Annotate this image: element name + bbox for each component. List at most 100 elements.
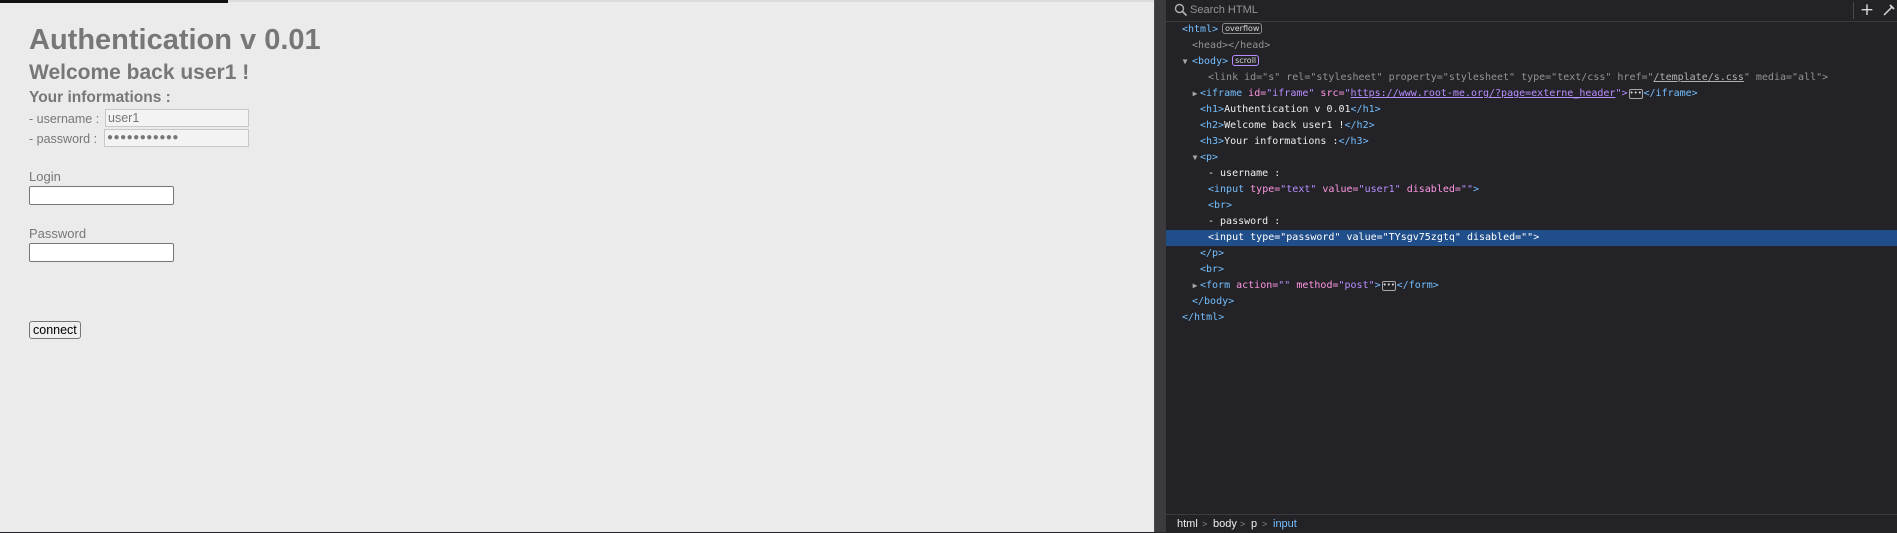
chevron-right-icon: >	[1202, 519, 1208, 529]
chevron-right-icon: >	[1262, 519, 1268, 529]
pane-splitter[interactable]	[1154, 0, 1166, 532]
tag-text: </html>	[1182, 312, 1225, 323]
node-text: - username :	[1208, 168, 1281, 179]
search-icon	[1174, 3, 1188, 17]
tree-node-p-close[interactable]: </p>	[1166, 246, 1897, 262]
password-field-label: Password	[29, 226, 87, 241]
triangle-down-icon[interactable]: ▼	[1180, 54, 1190, 70]
tag-text: </h2>	[1344, 120, 1375, 131]
tree-node-br[interactable]: <br>	[1166, 262, 1897, 278]
tree-node-html[interactable]: <html> overflow	[1166, 22, 1897, 38]
tree-node-input-password-selected[interactable]: <input type="password" value="TYsgv75zgt…	[1166, 230, 1897, 246]
breadcrumb-input[interactable]: input	[1273, 515, 1297, 533]
tree-node-html-close[interactable]: </html>	[1166, 310, 1897, 326]
chevron-right-icon: >	[1240, 519, 1246, 529]
breadcrumb-html[interactable]: html	[1177, 515, 1198, 533]
tag-text: </h1>	[1350, 104, 1381, 115]
attr-value: "text"	[1280, 184, 1317, 195]
breadcrumb-p[interactable]: p	[1251, 515, 1257, 533]
tree-node-text[interactable]: - username :	[1166, 166, 1897, 182]
username-label: - username :	[29, 112, 100, 126]
tag-text: <input	[1208, 184, 1251, 195]
tag-text: </iframe>	[1643, 88, 1698, 99]
attr-value: ">	[1615, 88, 1628, 99]
node-text: Welcome back user1 !	[1224, 120, 1345, 131]
tag-text: <iframe	[1200, 88, 1249, 99]
tag-text: <head></head>	[1192, 40, 1271, 51]
attr-text: " media="all">	[1743, 72, 1829, 83]
search-html-input[interactable]: Search HTML	[1190, 4, 1258, 16]
attr-name: src=	[1314, 88, 1345, 99]
tree-node-head[interactable]: <head></head>	[1166, 38, 1897, 54]
ellipsis-icon[interactable]: •••	[1628, 89, 1643, 99]
tag-text: <br>	[1208, 200, 1233, 211]
tree-node-form[interactable]: ▶ <form action="" method="post"> ••• </for…	[1166, 278, 1897, 294]
tag-text: <h2>	[1200, 120, 1225, 131]
attr-name: type=	[1250, 232, 1281, 243]
tree-node-p[interactable]: ▼ <p>	[1166, 150, 1897, 166]
tag-text: </h3>	[1338, 136, 1369, 147]
login-label: Login	[29, 169, 61, 184]
tree-node-text[interactable]: - password :	[1166, 214, 1897, 230]
tag-text: <input	[1208, 232, 1251, 243]
eyedropper-icon[interactable]	[1882, 3, 1896, 17]
attr-value: ""	[1278, 280, 1291, 291]
overflow-badge[interactable]: overflow	[1222, 23, 1263, 34]
tag-text: <h3>	[1200, 136, 1225, 147]
plus-icon[interactable]: +	[1858, 1, 1876, 19]
iframe-header-bar	[0, 0, 228, 3]
password-input[interactable]	[29, 243, 174, 262]
welcome-heading: Welcome back user1 !	[29, 61, 250, 84]
tag-text: >	[1533, 232, 1540, 243]
triangle-down-icon[interactable]: ▼	[1190, 150, 1200, 166]
tree-node-h1[interactable]: <h1>Authentication v 0.01</h1>	[1166, 102, 1897, 118]
node-text: - password :	[1208, 216, 1281, 227]
attr-name: value=	[1340, 232, 1383, 243]
tag-text: <html>	[1182, 24, 1219, 35]
tree-node-br[interactable]: <br>	[1166, 198, 1897, 214]
breadcrumb: html > body > p > input	[1166, 514, 1897, 533]
tree-node-body[interactable]: ▼ <body> scroll	[1166, 54, 1897, 70]
connect-button[interactable]: connect	[29, 321, 81, 339]
username-display-field: user1	[105, 109, 249, 127]
login-input[interactable]	[29, 186, 174, 205]
tag-text: <br>	[1200, 264, 1225, 275]
tree-node-link[interactable]: <link id="s" rel="stylesheet" property="…	[1166, 70, 1897, 86]
page-viewport: Authentication v 0.01 Welcome back user1…	[0, 0, 1154, 532]
tree-node-h2[interactable]: <h2>Welcome back user1 !</h2>	[1166, 118, 1897, 134]
scroll-badge[interactable]: scroll	[1232, 55, 1260, 66]
info-heading: Your informations :	[29, 89, 171, 106]
tree-node-iframe[interactable]: ▶ <iframe id="iframe" src="https://www.r…	[1166, 86, 1897, 102]
breadcrumb-body[interactable]: body	[1213, 515, 1237, 533]
attr-value: "TYsgv75zgtq"	[1382, 232, 1461, 243]
tag-text: </p>	[1200, 248, 1225, 259]
triangle-right-icon[interactable]: ▶	[1190, 278, 1200, 294]
attr-value: "post"	[1338, 280, 1375, 291]
tree-node-body-close[interactable]: </body>	[1166, 294, 1897, 310]
attr-text: id="s" rel="stylesheet" property="styles…	[1244, 72, 1654, 83]
password-display-field: ●●●●●●●●●●●	[104, 129, 249, 147]
tag-text: <p>	[1200, 152, 1219, 163]
tag-text: <body>	[1192, 56, 1229, 67]
tree-node-h3[interactable]: <h3>Your informations :</h3>	[1166, 134, 1897, 150]
ellipsis-icon[interactable]: •••	[1381, 281, 1396, 291]
attr-name: value=	[1316, 184, 1359, 195]
triangle-right-icon[interactable]: ▶	[1190, 86, 1200, 102]
tag-text: <form	[1200, 280, 1237, 291]
attr-value: "password"	[1280, 232, 1341, 243]
stylesheet-link[interactable]: /template/s.css	[1654, 72, 1744, 83]
password-label: - password :	[29, 132, 98, 146]
tag-text: <h1>	[1200, 104, 1225, 115]
attr-name: action=	[1236, 280, 1279, 291]
tag-text: </body>	[1192, 296, 1235, 307]
tag-text: >	[1472, 184, 1479, 195]
iframe-src-link[interactable]: https://www.root-me.org/?page=externe_he…	[1351, 88, 1616, 99]
tree-node-input-text[interactable]: <input type="text" value="user1" disable…	[1166, 182, 1897, 198]
tag-text: >	[1374, 280, 1381, 291]
attr-name: disabled=	[1400, 184, 1461, 195]
attr-name: id=	[1248, 88, 1267, 99]
attr-value: ""	[1521, 232, 1534, 243]
attr-value: "iframe"	[1266, 88, 1315, 99]
page-title: Authentication v 0.01	[29, 24, 321, 56]
inspector-toolbar: Search HTML +	[1166, 0, 1897, 22]
